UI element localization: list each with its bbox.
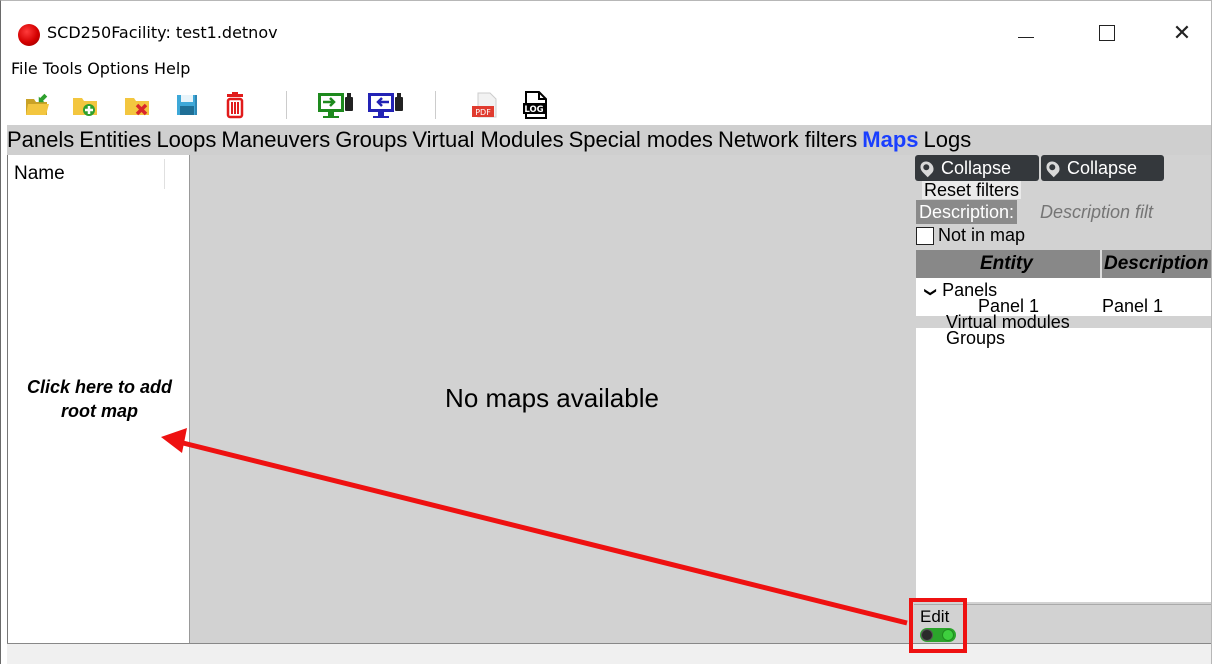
download-from-device-icon[interactable] [367, 91, 405, 119]
app-icon [18, 24, 40, 46]
save-icon[interactable] [173, 91, 201, 119]
open-folder-icon[interactable] [23, 91, 51, 119]
tab-maps[interactable]: Maps [862, 126, 918, 154]
application-window: SCD250Facility: test1.detnov ✕ File Tool… [0, 0, 1212, 664]
entity-filter-panel: Collapse Collapse Reset filters Descript… [914, 155, 1211, 643]
tab-special-modes[interactable]: Special modes [569, 126, 713, 154]
add-root-map-line-2: root map [60, 401, 138, 421]
collapse-button-1-label: Collapse [941, 157, 1012, 178]
tree-row-panel-1-description: Panel 1 [1102, 296, 1164, 316]
not-in-map-checkbox[interactable]: Not in map [916, 225, 1025, 246]
annotation-highlight-box [909, 598, 967, 653]
tab-entities[interactable]: Entities [79, 126, 151, 154]
minimize-button[interactable] [1003, 15, 1049, 51]
collapse-button-1[interactable]: Collapse [915, 155, 1039, 181]
tab-groups[interactable]: Groups [335, 126, 407, 154]
column-divider [1100, 250, 1102, 278]
maximize-icon [1099, 25, 1115, 41]
tab-loops[interactable]: Loops [156, 126, 216, 154]
close-icon: ✕ [1172, 20, 1192, 46]
collapse-button-2-label: Collapse [1067, 157, 1138, 178]
map-pin-icon [1043, 158, 1063, 178]
checkbox-box[interactable] [916, 226, 934, 245]
close-button[interactable]: ✕ [1159, 15, 1205, 51]
upload-to-device-icon[interactable] [317, 91, 355, 119]
entity-table: Entity Description ❯ Panels Panel 1 Panel… [916, 250, 1211, 602]
collapse-button-2[interactable]: Collapse [1041, 155, 1164, 181]
minimize-icon [1018, 36, 1034, 38]
delete-folder-icon[interactable] [123, 91, 151, 119]
description-column-header[interactable]: Description [1104, 253, 1209, 275]
toolbar: PDF LOG [1, 83, 1211, 125]
menu-bar: File Tools Options Help [11, 59, 190, 83]
tab-network-filters[interactable]: Network filters [718, 126, 857, 154]
description-filter-label: Description: [916, 200, 1018, 224]
trash-icon[interactable] [221, 91, 249, 119]
menu-options[interactable]: Options [87, 59, 149, 83]
toolbar-separator [435, 91, 436, 119]
description-filter-input[interactable] [1040, 200, 1180, 224]
menu-tools[interactable]: Tools [43, 59, 82, 83]
tree-row-groups[interactable]: Groups [946, 329, 1005, 347]
svg-text:PDF: PDF [475, 108, 491, 117]
column-divider [164, 159, 165, 189]
menu-file[interactable]: File [11, 59, 38, 83]
log-icon[interactable]: LOG [521, 91, 551, 119]
entity-table-header: Entity Description [916, 250, 1211, 278]
title-bar: SCD250Facility: test1.detnov ✕ [1, 1, 1211, 59]
maximize-button[interactable] [1084, 15, 1130, 51]
tab-bar: Panels Entities Loops Maneuvers Groups V… [7, 125, 1211, 155]
map-pin-icon [917, 158, 937, 178]
map-canvas: No maps available [190, 155, 914, 643]
not-in-map-label: Not in map [938, 225, 1026, 245]
tab-maneuvers[interactable]: Maneuvers [221, 126, 330, 154]
toolbar-separator [286, 91, 287, 119]
add-root-map-link[interactable]: Click here to add root map [8, 375, 191, 423]
tab-virtual-modules[interactable]: Virtual Modules [412, 126, 563, 154]
chevron-down-icon[interactable]: ❯ [923, 287, 939, 297]
name-column-header[interactable]: Name [14, 163, 65, 185]
svg-text:LOG: LOG [524, 105, 543, 115]
new-folder-icon[interactable] [71, 91, 99, 119]
pdf-icon[interactable]: PDF [470, 91, 502, 119]
add-root-map-line-1: Click here to add [26, 377, 173, 397]
map-tree-panel: Name Click here to add root map [7, 155, 190, 643]
window-title: SCD250Facility: test1.detnov [47, 23, 278, 42]
empty-state-message: No maps available [445, 383, 659, 413]
menu-help[interactable]: Help [154, 59, 190, 83]
tab-logs[interactable]: Logs [924, 126, 972, 154]
tab-panels[interactable]: Panels [7, 126, 74, 154]
reset-filters-button[interactable]: Reset filters [922, 181, 1022, 199]
entity-column-header[interactable]: Entity [980, 253, 1033, 275]
status-bar [7, 643, 1211, 664]
